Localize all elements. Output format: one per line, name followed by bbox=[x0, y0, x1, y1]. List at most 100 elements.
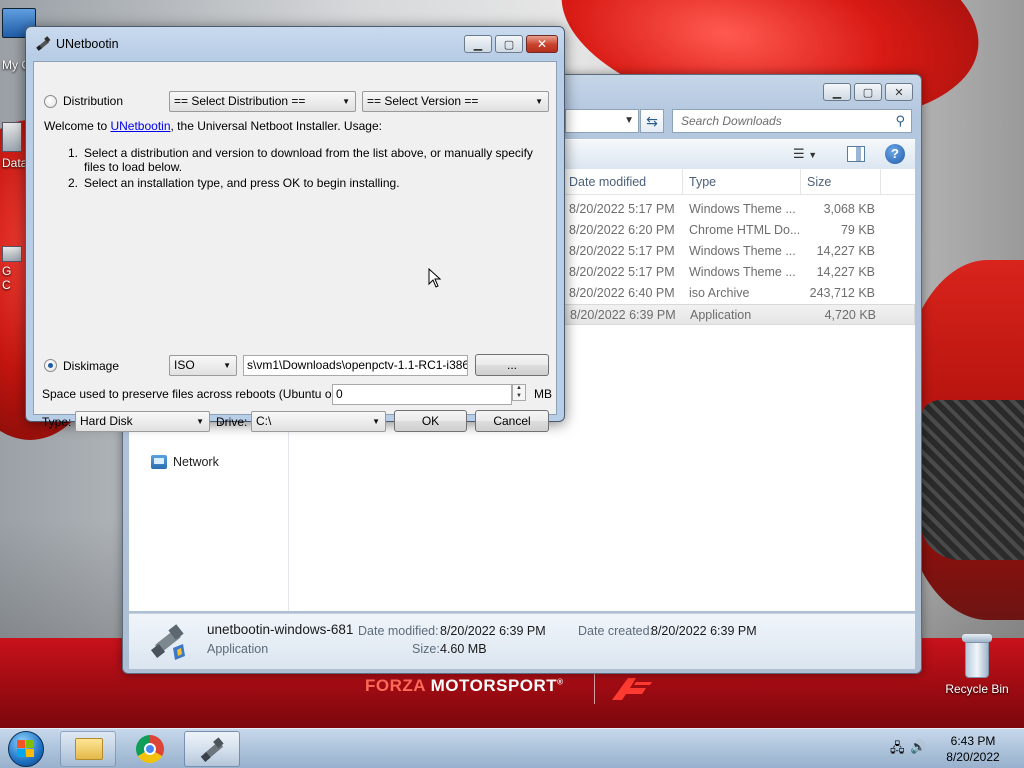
file-row[interactable]: 8/20/2022 5:17 PM Windows Theme ... 14,2… bbox=[563, 262, 915, 283]
file-row[interactable]: 8/20/2022 6:20 PM Chrome HTML Do... 79 K… bbox=[563, 220, 915, 241]
file-date: 8/20/2022 6:39 PM bbox=[570, 308, 676, 322]
welcome-suffix: , the Universal Netboot Installer. Usage… bbox=[170, 119, 382, 133]
usage-step: 2. Select an installation type, and pres… bbox=[68, 176, 538, 190]
unetbootin-titlebar[interactable]: UNetbootin ▁ ▢ ✕ bbox=[26, 27, 564, 61]
recycle-bin-icon bbox=[960, 634, 994, 678]
stepper-up-icon[interactable]: ▲ bbox=[516, 385, 522, 391]
mouse-cursor-icon bbox=[428, 267, 442, 288]
view-list-icon: ☰ bbox=[793, 146, 805, 161]
explorer-maximize-button[interactable]: ▢ bbox=[854, 83, 882, 101]
cancel-button[interactable]: Cancel bbox=[475, 410, 549, 432]
unetbootin-window-controls: ▁ ▢ ✕ bbox=[464, 35, 558, 53]
file-type: Application bbox=[690, 308, 752, 322]
taskbar-unetbootin[interactable] bbox=[184, 731, 240, 767]
explorer-close-button[interactable]: ✕ bbox=[885, 83, 913, 101]
file-row[interactable]: 8/20/2022 5:17 PM Windows Theme ... 14,2… bbox=[563, 241, 915, 262]
file-row[interactable]: 8/20/2022 5:17 PM Windows Theme ... 3,06… bbox=[563, 199, 915, 220]
logo-divider bbox=[594, 672, 595, 704]
explorer-minimize-button[interactable]: ▁ bbox=[823, 83, 851, 101]
nav-item-network[interactable]: Network bbox=[151, 455, 219, 469]
unetbootin-link[interactable]: UNetbootin bbox=[110, 119, 170, 133]
diskimage-format-value: ISO bbox=[174, 358, 195, 372]
file-size: 14,227 KB bbox=[816, 244, 875, 258]
file-size: 4,720 KB bbox=[824, 308, 876, 322]
details-pane: unetbootin-windows-681 Application Date … bbox=[129, 613, 915, 669]
file-list-header: Date modified Type Size bbox=[563, 169, 915, 195]
chevron-down-icon[interactable]: ▼ bbox=[624, 115, 634, 126]
usage-step: 1. Select a distribution and version to … bbox=[68, 146, 538, 174]
search-input[interactable]: Search Downloads ⚲ bbox=[672, 109, 912, 133]
usage-step-number: 1. bbox=[68, 146, 79, 160]
system-tray: 🖧 🔊 bbox=[886, 739, 926, 759]
diskimage-radio[interactable] bbox=[44, 359, 57, 372]
details-file-name: unetbootin-windows-681 bbox=[207, 622, 354, 637]
desktop-icon-data[interactable]: Data bbox=[2, 122, 27, 170]
column-type[interactable]: Type bbox=[683, 169, 801, 195]
preview-pane-button[interactable] bbox=[847, 146, 865, 162]
address-bar[interactable]: ▼ bbox=[565, 109, 639, 133]
taskbar-clock[interactable]: 6:43 PM 8/20/2022 bbox=[938, 733, 1008, 765]
column-date-modified[interactable]: Date modified bbox=[563, 169, 683, 195]
unetbootin-close-button[interactable]: ✕ bbox=[526, 35, 558, 53]
network-icon bbox=[151, 455, 167, 469]
file-row[interactable]: 8/20/2022 6:40 PM iso Archive 243,712 KB bbox=[563, 283, 915, 304]
select-distribution-value: == Select Distribution == bbox=[174, 94, 306, 108]
unetbootin-icon bbox=[199, 736, 227, 764]
persist-unit: MB bbox=[534, 387, 552, 401]
usage-step-text: Select an installation type, and press O… bbox=[84, 176, 400, 190]
recycle-bin[interactable]: Recycle Bin bbox=[940, 630, 1014, 696]
file-date: 8/20/2022 6:20 PM bbox=[569, 223, 675, 237]
chevron-down-icon: ▼ bbox=[808, 150, 818, 160]
search-icon[interactable]: ⚲ bbox=[895, 113, 905, 129]
unetbootin-minimize-button[interactable]: ▁ bbox=[464, 35, 492, 53]
taskbar-file-explorer[interactable] bbox=[60, 731, 116, 767]
file-size: 3,068 KB bbox=[823, 202, 875, 216]
diskimage-format-dropdown[interactable]: ISO ▼ bbox=[169, 355, 237, 376]
forza-logo-part2: MOTORSPORT bbox=[425, 676, 558, 695]
volume-icon[interactable]: 🔊 bbox=[910, 739, 926, 755]
type-dropdown[interactable]: Hard Disk ▼ bbox=[75, 411, 210, 432]
forza-4-mark-icon bbox=[606, 672, 656, 704]
maximize-icon: ▢ bbox=[862, 86, 874, 99]
unetbootin-client-area: Distribution == Select Distribution == ▼… bbox=[33, 61, 557, 432]
stepper-down-icon[interactable]: ▼ bbox=[516, 393, 522, 399]
chevron-down-icon: ▼ bbox=[223, 361, 231, 370]
close-icon: ✕ bbox=[536, 37, 548, 51]
drive-dropdown[interactable]: C:\ ▼ bbox=[251, 411, 386, 432]
persist-size-stepper[interactable]: ▲ ▼ bbox=[512, 384, 526, 401]
distribution-radio[interactable] bbox=[44, 95, 57, 108]
usage-step-text: Select a distribution and version to dow… bbox=[84, 146, 533, 174]
welcome-prefix: Welcome to bbox=[44, 119, 111, 133]
diskimage-path-input[interactable]: s\vm1\Downloads\openpctv-1.1-RC1-i386.is… bbox=[243, 355, 468, 376]
network-icon[interactable]: 🖧 bbox=[890, 739, 905, 761]
browse-button[interactable]: ... bbox=[475, 354, 549, 376]
taskbar-chrome[interactable] bbox=[122, 731, 178, 767]
chevron-down-icon: ▼ bbox=[372, 417, 380, 426]
unetbootin-window[interactable]: UNetbootin ▁ ▢ ✕ Distribution == Select … bbox=[25, 26, 565, 432]
refresh-button[interactable]: ⇆ bbox=[640, 109, 664, 133]
ok-button[interactable]: OK bbox=[394, 410, 467, 432]
file-row-selected[interactable]: 8/20/2022 6:39 PM Application 4,720 KB bbox=[563, 304, 915, 325]
help-icon[interactable]: ? bbox=[885, 144, 905, 164]
details-date-created: 8/20/2022 6:39 PM bbox=[651, 624, 757, 638]
clock-date: 8/20/2022 bbox=[946, 750, 1000, 764]
file-date: 8/20/2022 5:17 PM bbox=[569, 202, 675, 216]
start-button[interactable] bbox=[4, 730, 48, 768]
explorer-window-controls: ▁ ▢ ✕ bbox=[823, 83, 913, 101]
desktop-icon-third[interactable]: G C bbox=[2, 246, 22, 292]
unetbootin-icon bbox=[36, 36, 52, 52]
unetbootin-maximize-button[interactable]: ▢ bbox=[495, 35, 523, 53]
chevron-down-icon: ▼ bbox=[342, 97, 350, 106]
welcome-text: Welcome to UNetbootin, the Universal Net… bbox=[44, 119, 544, 134]
change-view-button[interactable]: ☰ ▼ bbox=[793, 146, 817, 162]
select-distribution-dropdown[interactable]: == Select Distribution == ▼ bbox=[169, 91, 356, 112]
chevron-down-icon: ▼ bbox=[535, 97, 543, 106]
persist-size-input[interactable]: 0 bbox=[332, 384, 512, 405]
file-size: 79 KB bbox=[840, 223, 875, 237]
window-title: UNetbootin bbox=[56, 37, 119, 51]
minimize-icon: ▁ bbox=[473, 38, 483, 51]
file-type: iso Archive bbox=[689, 286, 750, 300]
column-size[interactable]: Size bbox=[801, 169, 881, 195]
details-date-modified-label: Date modified: bbox=[358, 624, 439, 638]
select-version-dropdown[interactable]: == Select Version == ▼ bbox=[362, 91, 549, 112]
